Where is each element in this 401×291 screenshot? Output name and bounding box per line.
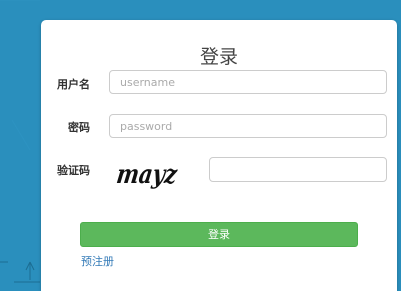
login-panel: 登录 用户名 密码 验证码 mayz 登录 预注册 bbox=[41, 20, 397, 291]
username-input[interactable] bbox=[109, 70, 387, 94]
password-input[interactable] bbox=[109, 114, 387, 138]
captcha-label: 验证码 bbox=[57, 164, 90, 177]
captcha-input[interactable] bbox=[209, 157, 387, 182]
password-label: 密码 bbox=[68, 121, 90, 134]
register-link[interactable]: 预注册 bbox=[81, 253, 114, 269]
captcha-image[interactable]: mayz bbox=[115, 159, 179, 189]
login-button[interactable]: 登录 bbox=[80, 222, 358, 247]
captcha-text: mayz bbox=[115, 159, 179, 189]
login-title: 登录 bbox=[199, 46, 238, 68]
username-label: 用户名 bbox=[57, 78, 90, 91]
